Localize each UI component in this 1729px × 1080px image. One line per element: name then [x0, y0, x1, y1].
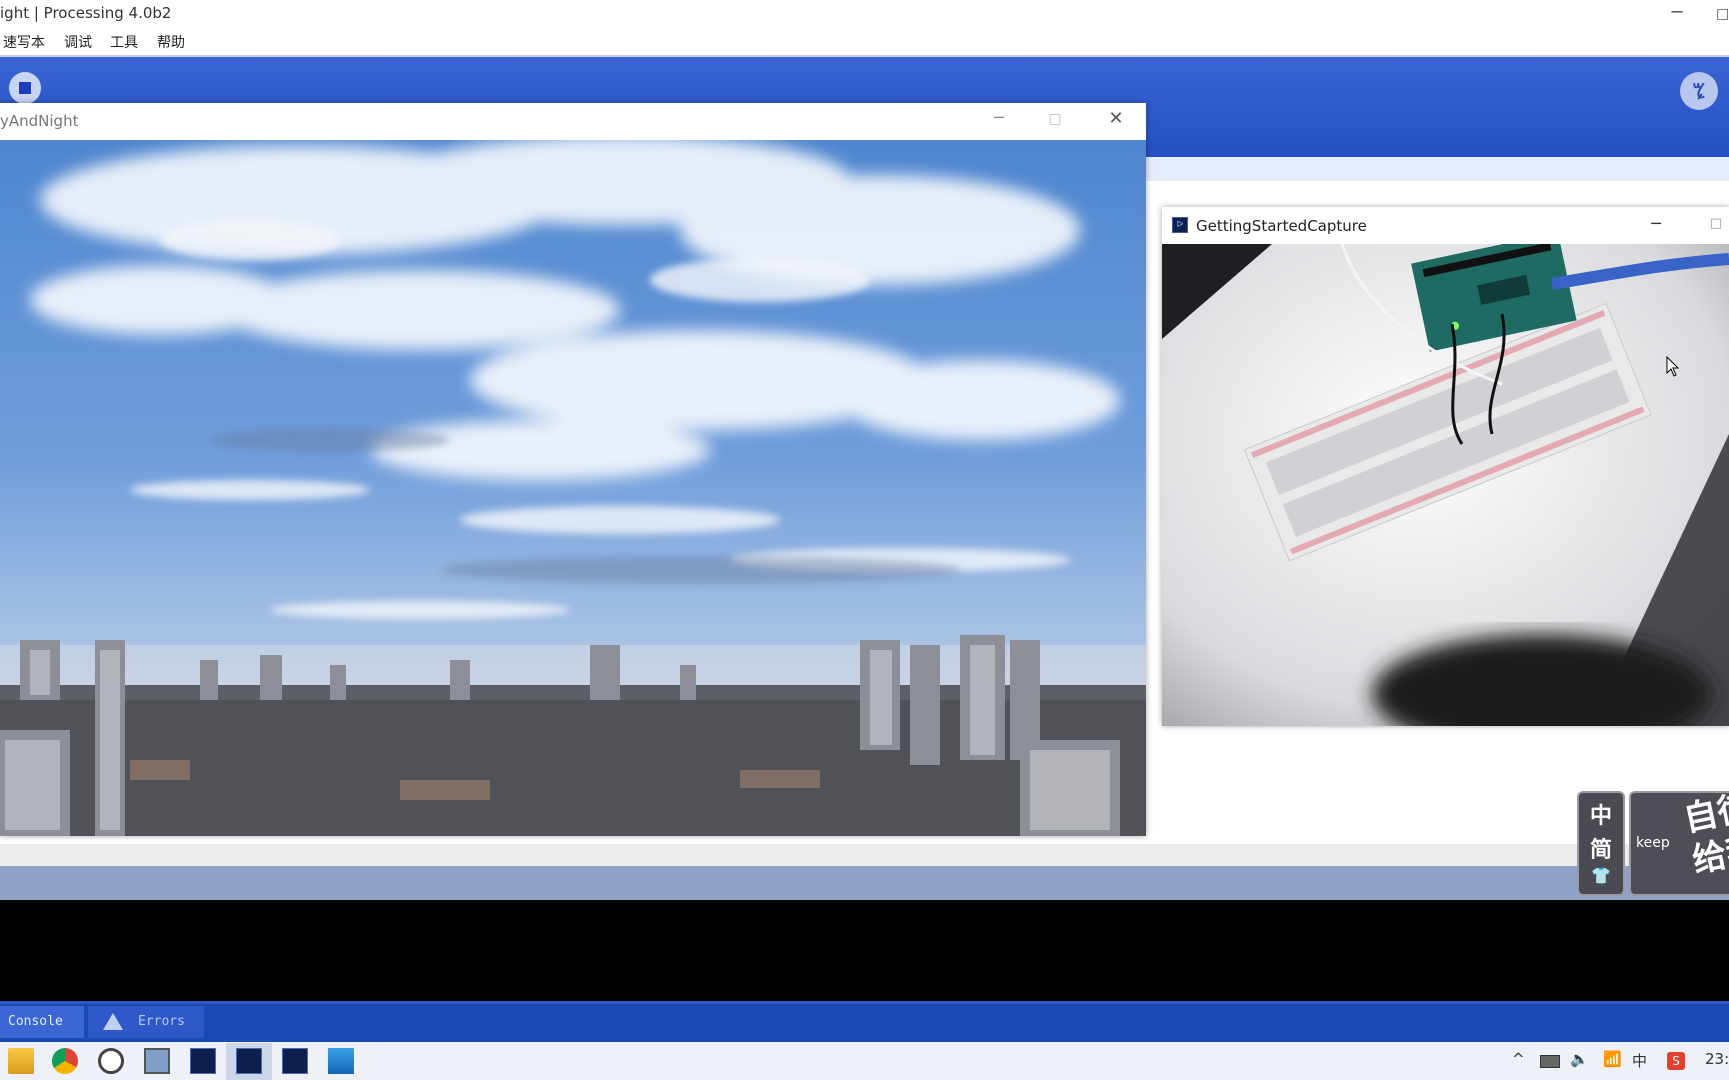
- console-tabs-bar: [0, 1004, 1729, 1042]
- webcam-capture-canvas: [1162, 244, 1729, 726]
- menu-help[interactable]: 帮助: [157, 32, 185, 52]
- file-explorer-icon[interactable]: [8, 1048, 34, 1074]
- chrome-icon[interactable]: [52, 1048, 78, 1074]
- wifi-icon[interactable]: 📶: [1603, 1050, 1622, 1068]
- ide-window-title: ight | Processing 4.0b2: [0, 4, 172, 22]
- battery-icon[interactable]: [1540, 1055, 1560, 1068]
- errors-tab-label: Errors: [138, 1014, 185, 1029]
- photos-icon[interactable]: [144, 1048, 170, 1074]
- ide-minimize-button[interactable]: ─: [1665, 0, 1689, 28]
- sketch-window-title: yAndNight: [0, 112, 79, 130]
- clock[interactable]: 23:: [1705, 1050, 1729, 1068]
- debug-mode-button[interactable]: ꔂ: [1680, 72, 1718, 110]
- ide-maximize-button[interactable]: □: [1716, 0, 1729, 28]
- sky-city-video-canvas: [0, 140, 1146, 836]
- menubar: [0, 30, 1729, 54]
- mouse-cursor-icon: [1666, 355, 1680, 382]
- processing-app-icon: ᐅ: [1172, 217, 1188, 233]
- stop-icon: [19, 82, 31, 94]
- ide-titlebar: [0, 0, 1729, 28]
- volume-icon[interactable]: 🔈: [1570, 1050, 1589, 1068]
- processing-icon-active[interactable]: [236, 1048, 262, 1074]
- ad-brand-label: keep: [1636, 835, 1670, 851]
- capture-window-title: GettingStartedCapture: [1196, 217, 1367, 235]
- status-bar: [0, 866, 1729, 900]
- capture-maximize-button[interactable]: □: [1705, 211, 1727, 237]
- ime-chinese-toggle[interactable]: 中: [1577, 798, 1625, 830]
- ime-language-indicator[interactable]: 中: [1632, 1050, 1647, 1071]
- processing-icon[interactable]: [190, 1048, 216, 1074]
- sketch-minimize-button[interactable]: ─: [988, 105, 1010, 133]
- menu-debug[interactable]: 调试: [64, 32, 92, 52]
- menu-tools[interactable]: 工具: [110, 32, 138, 52]
- image-viewer-icon[interactable]: [328, 1048, 354, 1074]
- processing-icon[interactable]: [282, 1048, 308, 1074]
- ime-simplified-toggle[interactable]: 简: [1577, 832, 1625, 864]
- tray-chevron-icon[interactable]: ^: [1512, 1050, 1525, 1068]
- editor-tab-strip: [1146, 157, 1729, 181]
- ime-skin-icon[interactable]: 👕: [1577, 866, 1625, 885]
- warning-icon: [103, 1013, 123, 1030]
- editor-footer: [0, 844, 1729, 866]
- console-output[interactable]: [0, 900, 1729, 1001]
- console-tab[interactable]: Console: [0, 1006, 84, 1038]
- stop-button[interactable]: [9, 72, 41, 104]
- menu-sketch[interactable]: 速写本: [3, 32, 45, 52]
- sogou-ime-icon[interactable]: S: [1667, 1052, 1685, 1070]
- obs-icon[interactable]: [98, 1048, 124, 1074]
- sketch-close-button[interactable]: ✕: [1104, 105, 1128, 133]
- capture-minimize-button[interactable]: ─: [1645, 211, 1667, 237]
- sketch-maximize-button[interactable]: □: [1044, 105, 1066, 133]
